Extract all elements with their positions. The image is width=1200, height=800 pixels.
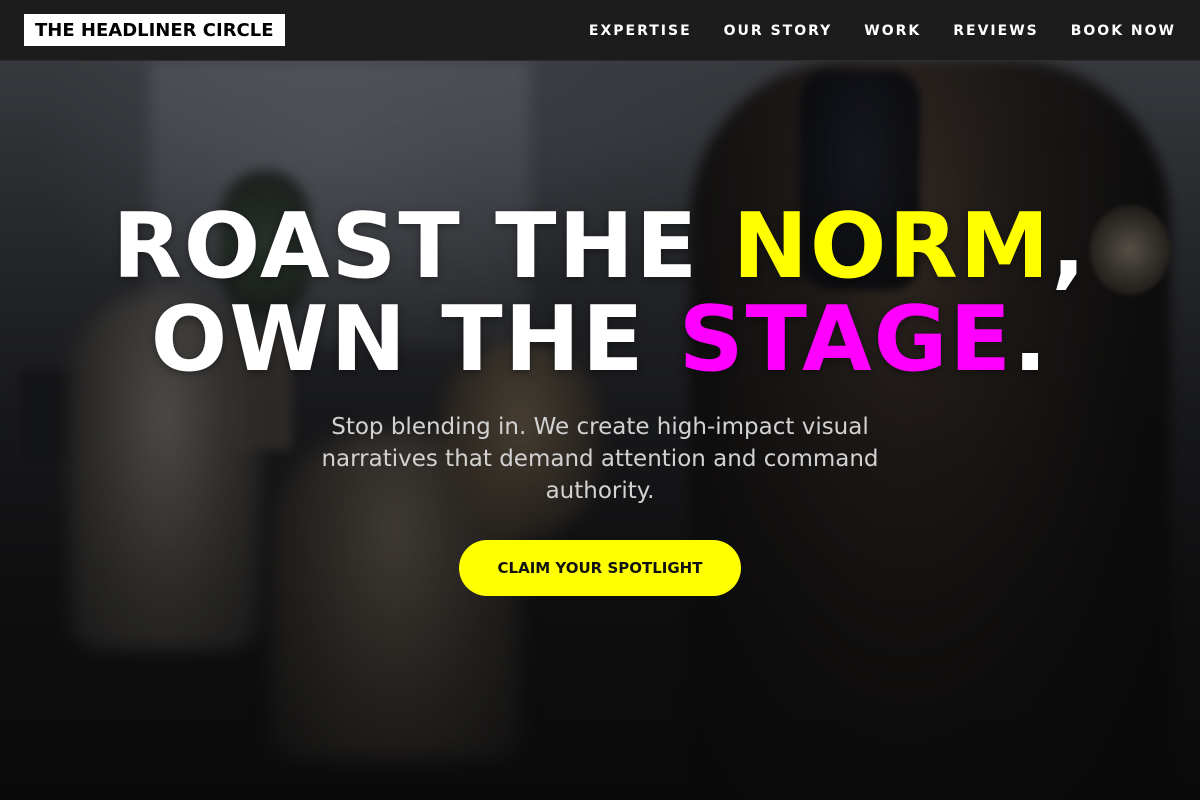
background-overlay [0,0,1200,800]
headline-accent-stage: STAGE [678,287,1013,392]
site-header: THE HEADLINER CIRCLE EXPERTISE OUR STORY… [0,0,1200,61]
site-logo[interactable]: THE HEADLINER CIRCLE [24,14,285,46]
cta-label: CLAIM YOUR SPOTLIGHT [497,559,703,577]
claim-spotlight-button[interactable]: CLAIM YOUR SPOTLIGHT [459,540,741,596]
headline-line1-white-text: ROAST THE [112,194,733,299]
headline-line2-white-text: OWN THE [150,287,679,392]
nav-link-reviews[interactable]: REVIEWS [953,23,1038,39]
headline-accent-norm: NORM [732,194,1052,299]
hero-subtitle: Stop blending in. We create high-impact … [321,414,879,504]
hero-background-image [0,0,1200,800]
nav-link-work[interactable]: WORK [864,23,921,39]
headline-line-1: ROAST THE NORM, [0,200,1200,293]
logo-text: THE HEADLINER CIRCLE [35,19,274,41]
nav-link-expertise[interactable]: EXPERTISE [589,23,692,39]
headline-line2-punctuation: . [1013,287,1050,392]
main-nav: EXPERTISE OUR STORY WORK REVIEWS BOOK NO… [589,0,1176,61]
headline-line1-punctuation: , [1051,194,1088,299]
headline-line-2: OWN THE STAGE. [0,293,1200,386]
nav-link-our-story[interactable]: OUR STORY [724,23,833,39]
nav-link-book-now[interactable]: BOOK NOW [1071,23,1176,39]
hero-headline: ROAST THE NORM, OWN THE STAGE. [0,200,1200,386]
